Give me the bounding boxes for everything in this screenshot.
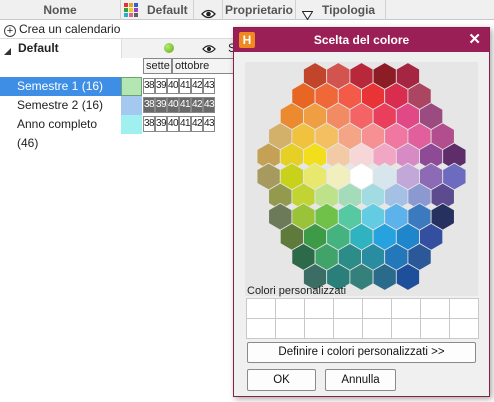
week-number: 42 — [191, 78, 203, 94]
close-icon[interactable]: ✕ — [468, 28, 481, 52]
custom-color-slot[interactable] — [362, 318, 392, 339]
week-number: 39 — [155, 116, 167, 132]
group-header-default[interactable]: Default — [0, 39, 121, 77]
custom-colors-label: Colori personalizzati — [247, 285, 347, 297]
week-number: 43 — [203, 97, 215, 113]
eye-icon — [202, 43, 216, 57]
week-number: 41 — [179, 116, 191, 132]
week-number: 38 — [143, 78, 155, 94]
week-strip: 38 39 40 41 42 43 — [143, 96, 215, 115]
calendar-row[interactable]: Semestre 2 (16) — [0, 96, 121, 115]
custom-color-slot[interactable] — [333, 318, 363, 339]
custom-color-slot[interactable] — [275, 318, 305, 339]
column-header-type[interactable]: Tipologia — [296, 0, 386, 21]
create-calendar-label: Crea un calendario — [19, 22, 121, 36]
color-swatch[interactable] — [121, 115, 142, 134]
custom-color-slot[interactable] — [246, 318, 276, 339]
group-label: Default — [18, 41, 59, 55]
week-number: 40 — [167, 116, 179, 132]
column-owner-label: Proprietario — [224, 3, 293, 17]
color-picker-dialog: H Scelta del colore ✕ Colori personalizz… — [233, 27, 490, 397]
dialog-title: Scelta del colore — [313, 33, 410, 47]
week-number: 40 — [167, 78, 179, 94]
column-name-label: Nome — [43, 3, 77, 17]
custom-color-slot[interactable] — [449, 298, 479, 319]
custom-color-slot[interactable] — [362, 298, 392, 319]
week-number: 38 — [143, 97, 155, 113]
define-custom-colors-button[interactable]: Definire i colori personalizzati >> — [247, 342, 476, 363]
month-label: ottobre — [172, 58, 234, 74]
dialog-titlebar[interactable]: H Scelta del colore ✕ — [234, 28, 489, 52]
week-strip: 38 39 40 41 42 43 — [143, 77, 215, 96]
week-number: 41 — [179, 97, 191, 113]
column-default-label: Default — [147, 3, 188, 17]
row-label: Semestre 1 (16) — [17, 79, 104, 93]
week-number: 42 — [191, 97, 203, 113]
custom-color-slot[interactable] — [304, 298, 334, 319]
collapse-triangle-icon — [4, 45, 12, 59]
week-number: 41 — [179, 78, 191, 94]
color-swatch[interactable] — [121, 96, 142, 115]
calendar-row[interactable]: Semestre 1 (16) — [0, 77, 121, 96]
custom-color-slot[interactable] — [275, 298, 305, 319]
month-bar: sette ottobre — [143, 58, 234, 74]
custom-color-slot[interactable] — [333, 298, 363, 319]
column-header-name[interactable]: Nome — [0, 0, 121, 20]
cancel-button[interactable]: Annulla — [325, 369, 396, 391]
column-header-row: Nome Default Proprietario Tipologia — [0, 0, 494, 21]
month-label: sette — [143, 58, 172, 74]
column-header-default[interactable]: Default — [121, 0, 194, 20]
color-swatch[interactable] — [121, 77, 142, 96]
hexagon-palette[interactable] — [245, 62, 478, 296]
column-header-owner[interactable]: Proprietario — [223, 0, 296, 20]
custom-color-slot[interactable] — [391, 298, 421, 319]
column-header-visibility[interactable] — [194, 0, 223, 20]
row-label: Semestre 2 (16) — [17, 98, 104, 112]
week-number: 39 — [155, 97, 167, 113]
week-number: 43 — [203, 116, 215, 132]
week-number: 39 — [155, 78, 167, 94]
filter-triangle-icon — [301, 6, 314, 26]
column-type-label: Tipologia — [322, 3, 376, 17]
custom-colors-grid — [246, 298, 479, 339]
week-number: 38 — [143, 116, 155, 132]
status-dot-icon — [164, 43, 174, 53]
custom-color-slot[interactable] — [449, 318, 479, 339]
color-grid-icon — [124, 3, 139, 17]
color-picker-area — [245, 62, 478, 296]
custom-color-slot[interactable] — [391, 318, 421, 339]
row-label: Anno completo (46) — [17, 117, 98, 150]
custom-color-slot[interactable] — [304, 318, 334, 339]
calendar-header: S — [121, 39, 241, 58]
custom-color-slot[interactable] — [420, 318, 450, 339]
week-strip: 38 39 40 41 42 43 — [143, 115, 215, 134]
week-number: 40 — [167, 97, 179, 113]
create-calendar-button[interactable]: + Crea un calendario — [0, 20, 240, 38]
calendar-row[interactable]: Anno completo (46) — [0, 115, 121, 150]
ok-button[interactable]: OK — [247, 369, 316, 391]
custom-color-slot[interactable] — [420, 298, 450, 319]
week-number: 42 — [191, 116, 203, 132]
add-circle-icon: + — [4, 25, 16, 37]
week-number: 43 — [203, 78, 215, 94]
custom-color-slot[interactable] — [246, 298, 276, 319]
